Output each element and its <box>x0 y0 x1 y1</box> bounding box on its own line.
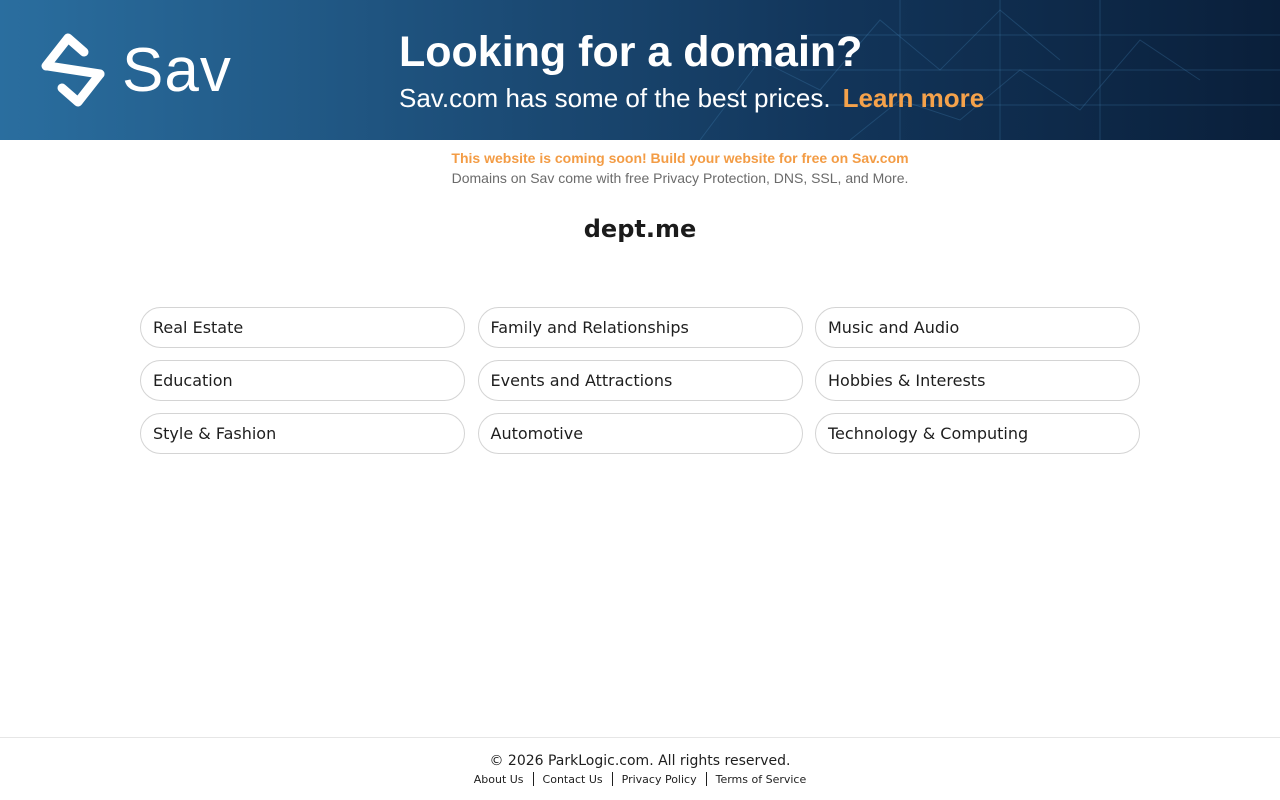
domain-name: dept.me <box>583 215 697 243</box>
footer-divider <box>705 772 707 786</box>
about-us-link[interactable]: About Us <box>474 773 524 786</box>
sav-logo-icon <box>41 33 105 107</box>
features-notice: Domains on Sav come with free Privacy Pr… <box>451 170 909 186</box>
footer-links: About Us Contact Us Privacy Policy Terms of… <box>0 772 1280 786</box>
category-link-real-estate[interactable]: Real Estate <box>140 307 465 348</box>
category-link-hobbies-and-interests[interactable]: Hobbies & Interests <box>815 360 1140 401</box>
privacy-policy-link[interactable]: Privacy Policy <box>622 773 697 786</box>
coming-soon-notice: This website is coming soon! Build your … <box>451 150 909 166</box>
terms-of-service-link[interactable]: Terms of Service <box>716 773 807 786</box>
banner-headline: Looking for a domain? <box>399 28 863 76</box>
logo-wordmark: Sav <box>122 35 232 105</box>
category-link-technology-and-computing[interactable]: Technology & Computing <box>815 413 1140 454</box>
footer-divider <box>611 772 613 786</box>
copyright-text: © 2026 ParkLogic.com. All rights reserve… <box>489 753 791 769</box>
category-link-style-and-fashion[interactable]: Style & Fashion <box>140 413 465 454</box>
banner-subline: Sav.com has some of the best prices. Lear… <box>399 82 984 114</box>
category-link-music-and-audio[interactable]: Music and Audio <box>815 307 1140 348</box>
banner-subline-text: Sav.com has some of the best prices. <box>399 83 831 113</box>
page-footer: © 2026 ParkLogic.com. All rights reserve… <box>0 737 1280 800</box>
footer-divider <box>532 772 534 786</box>
category-link-events-and-attractions[interactable]: Events and Attractions <box>477 360 803 401</box>
learn-more-link[interactable]: Learn more <box>843 83 985 113</box>
category-link-automotive[interactable]: Automotive <box>477 413 803 454</box>
category-grid: Real Estate Family and Relationships Mus… <box>140 307 1140 454</box>
contact-us-link[interactable]: Contact Us <box>543 773 603 786</box>
category-link-family-and-relationships[interactable]: Family and Relationships <box>477 307 803 348</box>
category-link-education[interactable]: Education <box>140 360 465 401</box>
sav-logo[interactable]: Sav <box>38 30 232 110</box>
notice-block: This website is coming soon! Build your … <box>0 148 1280 188</box>
promo-banner: Sav Looking for a domain? Sav.com has so… <box>0 0 1280 140</box>
